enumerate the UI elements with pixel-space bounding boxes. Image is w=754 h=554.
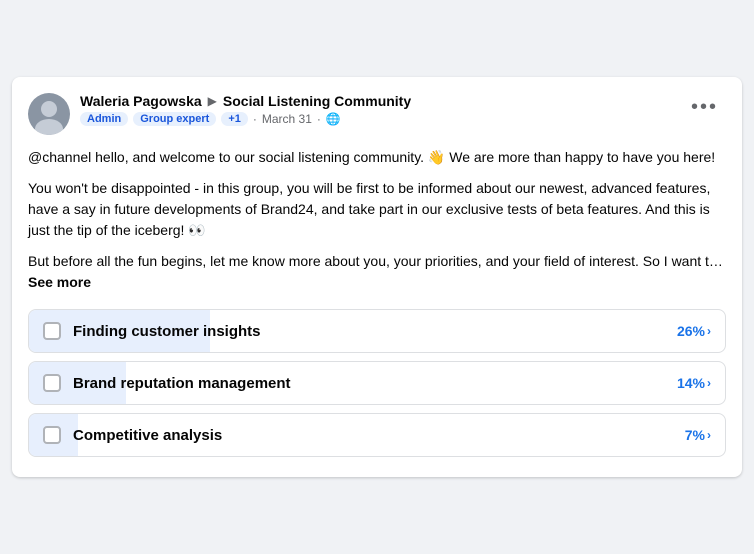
post-card: Waleria Pagowska ▶ Social Listening Comm… [12,77,742,477]
post-header: Waleria Pagowska ▶ Social Listening Comm… [28,93,726,135]
badges-row: Admin Group expert +1 · March 31 · 🌐 [80,112,411,126]
badge-admin[interactable]: Admin [80,112,128,126]
meta-dot: · [253,112,257,126]
poll-option-percent: 26%› [677,323,711,339]
name-row: Waleria Pagowska ▶ Social Listening Comm… [80,93,411,109]
poll-option[interactable]: Finding customer insights26%› [28,309,726,353]
poll-checkbox[interactable] [43,426,61,444]
see-more-link[interactable]: See more [28,274,91,290]
poll-section: Finding customer insights26%›Brand reput… [28,309,726,457]
poll-option-percent: 14%› [677,375,711,391]
more-options-button[interactable]: ••• [683,93,726,121]
community-name[interactable]: Social Listening Community [223,93,411,109]
post-paragraph-3: But before all the fun begins, let me kn… [28,251,726,293]
badge-plus: +1 [221,112,248,126]
poll-checkbox[interactable] [43,322,61,340]
avatar-image [28,93,70,135]
poll-option[interactable]: Brand reputation management14%› [28,361,726,405]
badge-expert[interactable]: Group expert [133,112,216,126]
chevron-right-icon: › [707,428,711,442]
post-paragraph-2: You won't be disappointed - in this grou… [28,178,726,241]
arrow-icon: ▶ [208,94,217,108]
poll-option[interactable]: Competitive analysis7%› [28,413,726,457]
poll-option-percent: 7%› [685,427,711,443]
globe-icon: 🌐 [326,112,341,126]
meta-separator: · [317,112,321,126]
header-info: Waleria Pagowska ▶ Social Listening Comm… [80,93,411,126]
poll-option-label: Competitive analysis [73,427,685,444]
post-paragraph-3-text: But before all the fun begins, let me kn… [28,253,723,269]
avatar[interactable] [28,93,70,135]
poll-percent-text: 26% [677,323,705,339]
post-date: March 31 [262,112,312,126]
poll-percent-text: 7% [685,427,705,443]
poll-option-label: Finding customer insights [73,323,677,340]
post-body: @channel hello, and welcome to our socia… [28,147,726,293]
post-paragraph-1: @channel hello, and welcome to our socia… [28,147,726,168]
chevron-right-icon: › [707,324,711,338]
poll-option-label: Brand reputation management [73,375,677,392]
poll-percent-text: 14% [677,375,705,391]
poll-checkbox[interactable] [43,374,61,392]
author-info: Waleria Pagowska ▶ Social Listening Comm… [28,93,411,135]
author-name[interactable]: Waleria Pagowska [80,93,202,109]
chevron-right-icon: › [707,376,711,390]
